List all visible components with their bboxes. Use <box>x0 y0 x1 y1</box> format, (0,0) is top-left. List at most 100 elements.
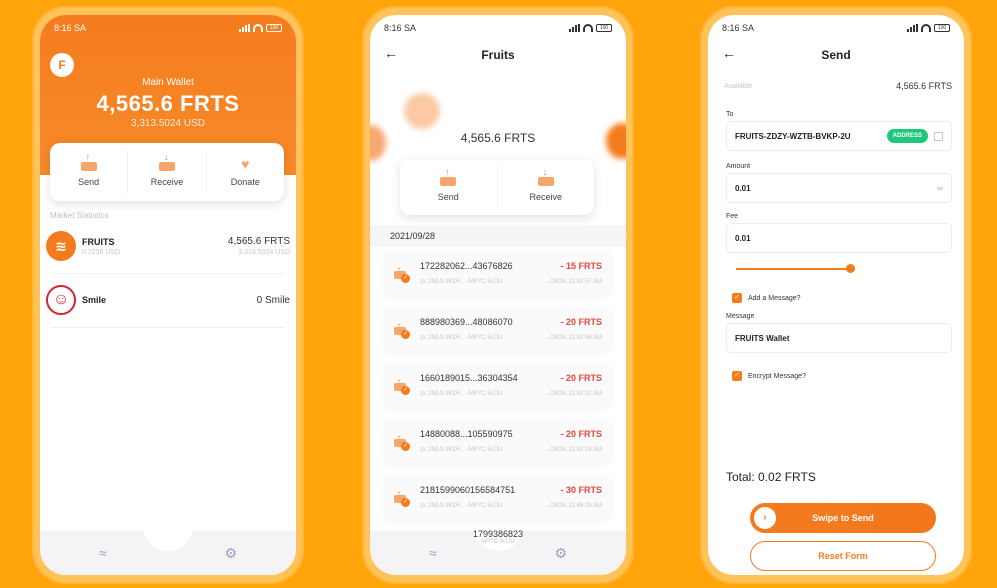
page-title: Fruits <box>481 48 515 62</box>
tx-recipient: to: 2ML9-2EDF... -MP7C-5UJU <box>420 335 503 341</box>
asset-value: 0 Smile <box>256 294 290 306</box>
available-row: Available 4,565.6 FRTS <box>724 81 952 91</box>
add-message-checkbox[interactable]: ✓ <box>732 293 742 303</box>
transaction-row[interactable]: ↑ ✓ 14880088...105590975 - 20 FRTS to: 2M… <box>384 419 612 465</box>
asset-row-fruits[interactable]: ≋ FRUITS 0.7258 USD 4,565.6 FRTS 3,313.5… <box>46 223 290 269</box>
fruits-icon: ≋ <box>46 231 76 261</box>
screen-fruits: 8:16 SA 100 ← Fruits 4,565.6 FRTS ↑ Send… <box>370 15 626 575</box>
heart-icon: ♥ <box>241 156 250 172</box>
wallet-usd: 3,313.5024 USD <box>131 118 205 129</box>
donate-button[interactable]: ♥ Donate <box>207 151 284 193</box>
status-time: 8:16 SA <box>722 23 755 33</box>
divider <box>52 327 284 328</box>
wifi-icon <box>253 24 263 32</box>
asset-row-smile[interactable]: ☺ Smile 0 Smile <box>46 277 290 323</box>
asset-value-usd: 3,313.5024 USD <box>238 249 290 256</box>
send-label: Send <box>437 192 459 202</box>
add-message-label: Add a Message? <box>748 294 801 302</box>
swipe-label: Swipe to Send <box>812 513 874 523</box>
gear-icon[interactable]: ⚙ <box>555 545 568 562</box>
add-message-row[interactable]: ✓ Add a Message? <box>732 293 801 303</box>
asset-value: 4,565.6 FRTS <box>227 236 290 247</box>
tx-amount: - 30 FRTS <box>560 485 602 495</box>
amount-field[interactable]: 0.01 ∞ <box>726 173 952 203</box>
recipient-value: FRUITS-ZDZY-WZTB-BVKP-2U <box>735 131 851 141</box>
tx-amount: - 15 FRTS <box>560 261 602 271</box>
wallet-label: Main Wallet <box>142 77 194 88</box>
link-icon[interactable]: ∞ <box>937 183 943 193</box>
signal-icon <box>569 24 580 32</box>
tx-amount: - 20 FRTS <box>560 429 602 439</box>
send-button[interactable]: ↑ Send <box>400 166 498 208</box>
fee-slider-track[interactable] <box>736 268 850 270</box>
donate-label: Donate <box>230 177 260 187</box>
tx-amount: - 20 FRTS <box>560 317 602 327</box>
battery-icon: 100 <box>934 24 950 32</box>
message-value: FRUITS Wallet <box>735 333 790 343</box>
signal-icon <box>907 24 918 32</box>
amount-value: 0.01 <box>735 183 751 193</box>
asset-name: Smile <box>82 295 107 305</box>
send-button[interactable]: ↑ Send <box>50 151 129 193</box>
message-label: Message <box>726 313 755 320</box>
tx-id: 888980369...48086070 <box>420 317 513 327</box>
status-bar: 8:16 SA 100 <box>722 21 950 35</box>
tx-time: ...09/28, 11:52:19 AM <box>545 447 602 453</box>
receive-label: Receive <box>529 192 562 202</box>
available-label: Available <box>724 82 753 90</box>
total-amount: Total: 0.02 FRTS <box>726 470 816 484</box>
send-icon: ↑ <box>80 153 97 171</box>
wifi-icon <box>583 24 593 32</box>
encrypt-message-label: Encrypt Message? <box>748 372 806 380</box>
date-header: 2021/09/28 <box>370 225 626 247</box>
tx-time: ...09/28, 11:52:32 AM <box>545 391 602 397</box>
encrypt-message-checkbox[interactable]: ✓ <box>732 371 742 381</box>
reset-label: Reset Form <box>818 551 868 561</box>
recipient-field[interactable]: FRUITS-ZDZY-WZTB-BVKP-2U ADDRESS <box>726 121 952 151</box>
tx-time: ...09/28, 11:52:48 AM <box>545 335 602 341</box>
screen-send: 8:16 SA 100 ← Send Available 4,565.6 FRT… <box>708 15 964 575</box>
decorative-blob <box>404 93 440 129</box>
outgoing-tx-icon: ↑ ✓ <box>394 265 410 283</box>
swipe-to-send-button[interactable]: › Swipe to Send <box>750 503 936 533</box>
transaction-row[interactable]: ↑ ✓ 888980369...48086070 - 20 FRTS to: 2M… <box>384 307 612 353</box>
phone-main-wallet: 8:16 SA 100 F Main Wallet 4,565.6 FRTS 3… <box>32 6 304 584</box>
tx-recipient: to: 2ML9-2EDF... -MP7C-5UJU <box>420 447 503 453</box>
fruits-logo-icon[interactable]: F <box>50 53 74 77</box>
encrypt-message-row[interactable]: ✓ Encrypt Message? <box>732 371 806 381</box>
page-title: Send <box>821 48 851 62</box>
receive-button[interactable]: ↓ Receive <box>128 151 207 193</box>
battery-icon: 100 <box>266 24 282 32</box>
gear-icon[interactable]: ⚙ <box>225 545 238 562</box>
tx-id: 1660189015...36304354 <box>420 373 518 383</box>
tx-time: ...09/28, 11:52:57 AM <box>545 279 602 285</box>
tx-id: 172282062...43676826 <box>420 261 513 271</box>
wallet-tab-icon[interactable]: ≈ <box>99 545 107 561</box>
transaction-row[interactable]: ↑ ✓ 2181599060156584751 - 30 FRTS to: 2ML… <box>384 475 612 521</box>
transaction-row[interactable]: ↑ ✓ 172282062...43676826 - 15 FRTS to: 2M… <box>384 251 612 297</box>
fruits-amount: 4,565.6 FRTS <box>460 131 536 145</box>
status-bar: 8:16 SA 100 <box>384 21 612 35</box>
address-button[interactable]: ADDRESS <box>886 129 928 143</box>
outgoing-tx-icon: ↑ ✓ <box>394 433 410 451</box>
fee-slider-thumb[interactable] <box>845 264 855 273</box>
chevron-right-icon[interactable]: › <box>754 507 776 529</box>
reset-form-button[interactable]: Reset Form <box>750 541 936 571</box>
qr-code-icon[interactable] <box>934 131 943 141</box>
receive-button[interactable]: ↓ Receive <box>498 166 595 208</box>
message-field[interactable]: FRUITS Wallet <box>726 323 952 353</box>
tx-id: 1799386823 <box>472 529 524 539</box>
status-time: 8:16 SA <box>384 23 417 33</box>
send-label: Send <box>78 177 100 187</box>
fee-field[interactable]: 0.01 <box>726 223 952 253</box>
wallet-tab-icon[interactable]: ≈ <box>429 545 437 561</box>
send-icon: ↑ <box>440 168 457 186</box>
wallet-amount: 4,565.6 FRTS <box>96 91 240 116</box>
transaction-row[interactable]: ↑ ✓ 1660189015...36304354 - 20 FRTS to: 2… <box>384 363 612 409</box>
available-value: 4,565.6 FRTS <box>896 81 952 91</box>
receive-icon: ↓ <box>158 153 175 171</box>
signal-icon <box>239 24 250 32</box>
outgoing-tx-icon: ↑ ✓ <box>394 489 410 507</box>
wallet-actions: ↑ Send ↓ Receive ♥ Donate <box>50 143 284 201</box>
tx-recipient: to: 2ML9-2EDF... -MP7C-5UJU <box>420 279 503 285</box>
